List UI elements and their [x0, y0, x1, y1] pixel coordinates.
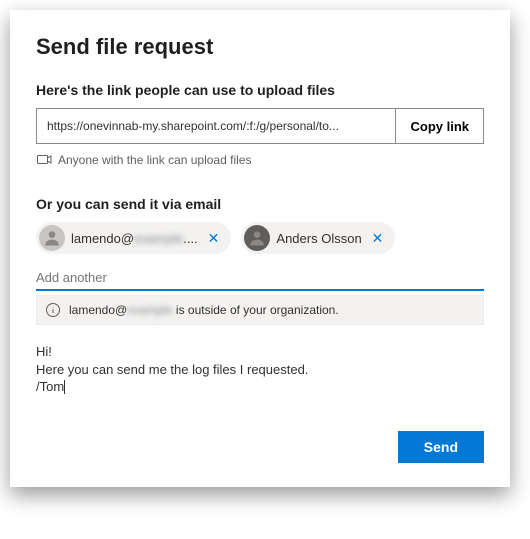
permission-text: Anyone with the link can upload files [58, 153, 251, 167]
add-recipient-input[interactable] [36, 266, 484, 291]
remove-recipient-button[interactable]: ✕ [368, 230, 388, 247]
send-file-request-dialog: Send file request Here's the link people… [10, 10, 510, 487]
copy-link-button[interactable]: Copy link [395, 109, 483, 143]
avatar-placeholder-icon [39, 225, 65, 251]
external-user-warning: lamendo@example is outside of your organ… [36, 295, 484, 325]
dialog-title: Send file request [36, 34, 484, 60]
link-row: Copy link [36, 108, 484, 144]
message-textarea[interactable]: Hi! Here you can send me the log files I… [36, 343, 484, 403]
remove-recipient-button[interactable]: ✕ [204, 230, 224, 247]
link-heading: Here's the link people can use to upload… [36, 82, 484, 98]
send-button[interactable]: Send [398, 431, 484, 463]
info-icon [45, 302, 61, 318]
avatar-photo-icon [244, 225, 270, 251]
recipient-label: Anders Olsson [276, 231, 361, 246]
recipient-chip[interactable]: Anders Olsson ✕ [241, 222, 395, 254]
email-heading: Or you can send it via email [36, 196, 484, 212]
recipient-label: lamendo@example.... [71, 231, 198, 246]
share-link-input[interactable] [37, 109, 395, 143]
recipient-chips: lamendo@example.... ✕ Anders Olsson ✕ [36, 222, 484, 254]
link-permission-icon [36, 152, 52, 168]
dialog-footer: Send [36, 431, 484, 463]
recipient-chip[interactable]: lamendo@example.... ✕ [36, 222, 231, 254]
warning-text: lamendo@example is outside of your organ… [69, 303, 339, 317]
permission-row: Anyone with the link can upload files [36, 152, 484, 168]
